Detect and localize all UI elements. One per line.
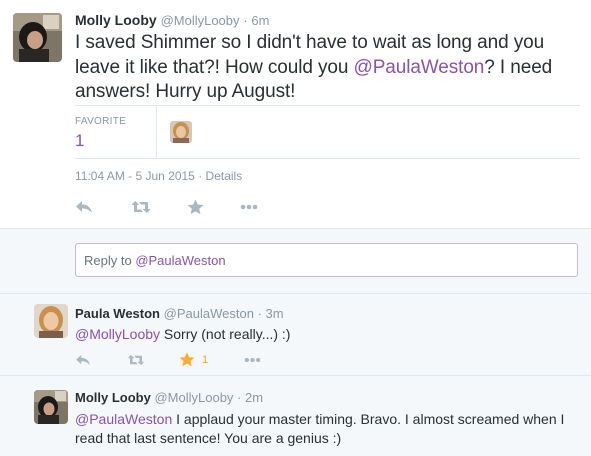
author-handle[interactable]: @MollyLooby <box>161 13 240 28</box>
reply-icon <box>76 354 90 365</box>
author-handle[interactable]: @MollyLooby <box>154 390 233 405</box>
favorite-star-icon <box>179 352 195 367</box>
retweet-icon <box>131 201 151 213</box>
avatar[interactable] <box>34 390 68 424</box>
favoriter-avatar[interactable] <box>170 121 192 143</box>
favorite-button[interactable]: 1 <box>179 352 208 367</box>
favorite-button[interactable] <box>187 199 204 215</box>
more-icon <box>240 204 258 210</box>
tweet-meta: 11:04 AM - 5 Jun 2015 · Details <box>75 169 242 183</box>
retweet-button[interactable] <box>127 354 145 366</box>
reply-input[interactable]: Reply to @PaulaWeston <box>75 243 578 277</box>
tweet-time[interactable]: · 2m <box>237 390 263 405</box>
mention-link[interactable]: @MollyLooby <box>75 326 160 342</box>
reply-mention: @PaulaWeston <box>135 253 226 268</box>
reply-placeholder: Reply to <box>84 253 136 268</box>
tweet-text: I saved Shimmer so I didn't have to wait… <box>75 31 580 105</box>
retweet-icon <box>127 354 145 365</box>
favorite-count[interactable]: 1 <box>75 131 84 151</box>
tweet-time[interactable]: · 3m <box>258 306 284 321</box>
tweet-header: Paula Weston @PaulaWeston · 3m <box>75 306 284 321</box>
retweet-button[interactable] <box>131 200 151 214</box>
more-icon <box>244 357 261 362</box>
tweet-stats: FAVORITE 1 <box>75 105 580 159</box>
main-tweet: Molly Looby @MollyLooby · 6m I saved Shi… <box>0 0 591 228</box>
divider <box>156 106 157 158</box>
author-name[interactable]: Molly Looby <box>75 12 157 28</box>
reply-area: Reply to @PaulaWeston <box>0 228 591 294</box>
mention-link[interactable]: @PaulaWeston <box>75 411 172 427</box>
favorite-star-icon <box>187 199 204 215</box>
tweet-header: Molly Looby @MollyLooby · 6m <box>75 12 269 28</box>
tweet-text: @PaulaWeston I applaud your master timin… <box>75 410 580 448</box>
meta-separator: · <box>198 169 203 183</box>
tweet-text-part: Sorry (not really...) :) <box>160 326 291 342</box>
reply-button[interactable] <box>75 200 93 214</box>
favorite-count: 1 <box>202 353 209 366</box>
reply-tweet: Molly Looby @MollyLooby · 2m @PaulaWesto… <box>0 376 591 456</box>
author-name[interactable]: Paula Weston <box>75 306 160 321</box>
more-button[interactable] <box>244 357 261 363</box>
tweet-header: Molly Looby @MollyLooby · 2m <box>75 390 263 405</box>
mention-link[interactable]: @PaulaWeston <box>354 57 485 78</box>
details-link[interactable]: Details <box>206 169 243 183</box>
avatar[interactable] <box>13 13 62 62</box>
reply-icon <box>76 201 92 213</box>
reply-button[interactable] <box>75 354 91 366</box>
tweet-actions <box>75 199 290 215</box>
reply-tweet: Paula Weston @PaulaWeston · 3m @MollyLoo… <box>0 294 591 376</box>
favorite-label: FAVORITE <box>75 116 127 127</box>
timestamp: 11:04 AM - 5 Jun 2015 <box>75 169 195 183</box>
author-handle[interactable]: @PaulaWeston <box>164 306 254 321</box>
tweet-text: @MollyLooby Sorry (not really...) :) <box>75 325 580 344</box>
tweet-time[interactable]: · 6m <box>243 13 269 28</box>
tweet-actions: 1 <box>75 352 293 367</box>
author-name[interactable]: Molly Looby <box>75 390 151 405</box>
more-button[interactable] <box>240 204 258 210</box>
avatar[interactable] <box>34 304 68 338</box>
